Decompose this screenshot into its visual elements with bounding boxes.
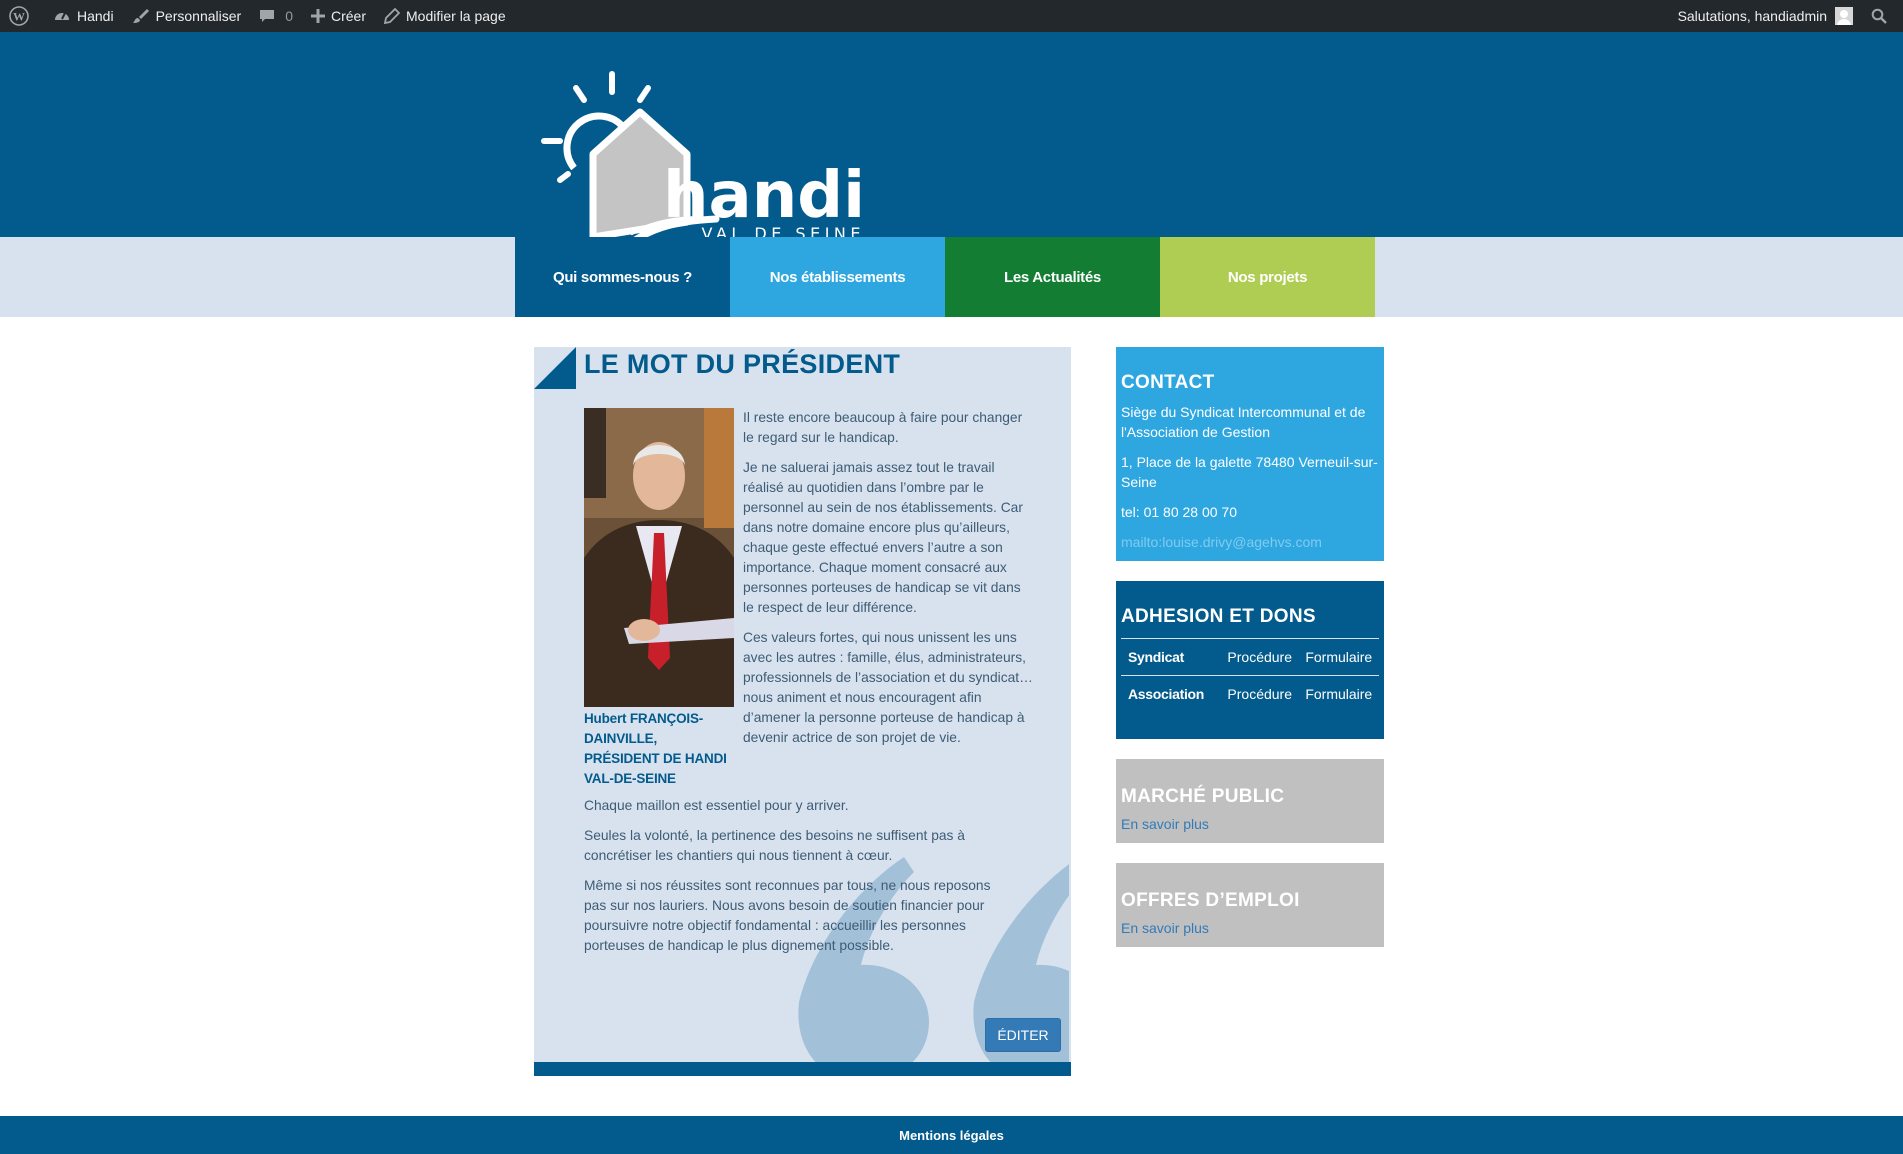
customize-link[interactable]: Personnaliser <box>123 0 251 32</box>
article-full-text: Chaque maillon est essentiel pour y arri… <box>584 796 1014 966</box>
new-content-label: Créer <box>331 8 367 24</box>
customize-label: Personnaliser <box>155 8 242 24</box>
form-link[interactable]: Formulaire <box>1298 675 1379 713</box>
my-account-link[interactable]: Salutations, handiadmin <box>1669 0 1862 32</box>
nav-item-qui-sommes-nous[interactable]: Qui sommes-nous ? <box>515 237 730 317</box>
greeting-label: Salutations, handiadmin <box>1677 8 1827 24</box>
offres-title: OFFRES D’EMPLOI <box>1121 890 1300 911</box>
article-paragraph: Je ne saluerai jamais assez tout le trav… <box>743 460 1023 615</box>
search-icon <box>1871 8 1887 24</box>
edit-page-label: Modifier la page <box>406 8 506 24</box>
contact-email-link[interactable]: mailto:louise.drivy@agehvs.com <box>1121 532 1379 552</box>
adhesion-title: ADHESION ET DONS <box>1121 606 1316 627</box>
brush-icon <box>132 9 149 23</box>
article-paragraph: Il reste encore beaucoup à faire pour ch… <box>743 410 1023 445</box>
wordpress-icon: W <box>9 6 29 26</box>
adhesion-widget: ADHESION ET DONS Syndicat Procédure Form… <box>1116 581 1384 739</box>
procedure-link[interactable]: Procédure <box>1220 638 1299 676</box>
new-content-link[interactable]: Créer <box>302 0 375 32</box>
dashboard-icon <box>55 12 69 20</box>
nav-item-les-actualites[interactable]: Les Actualités <box>945 237 1160 317</box>
president-article: LE MOT DU PRÉSIDENT Hubert FRANÇOIS-DAIN… <box>534 347 1071 1076</box>
site-name-label: Handi <box>77 8 114 24</box>
nav-item-nos-etablissements[interactable]: Nos établissements <box>730 237 945 317</box>
site-name-link[interactable]: Handi <box>44 0 123 32</box>
contact-org: Siège du Syndicat Intercommunal et de l'… <box>1121 404 1366 440</box>
admin-bar-secondary: Salutations, handiadmin <box>1669 0 1903 32</box>
wordpress-logo-button[interactable]: W <box>0 0 44 32</box>
president-caption: Hubert FRANÇOIS-DAINVILLE, PRÉSIDENT DE … <box>584 711 727 786</box>
offres-more-link[interactable]: En savoir plus <box>1121 920 1379 936</box>
article-side-text: Il reste encore beaucoup à faire pour ch… <box>743 408 1033 758</box>
title-corner-triangle <box>534 347 576 389</box>
svg-text:W: W <box>13 10 25 24</box>
site-header: handi VAL DE SEINE <box>0 32 1903 258</box>
article-paragraph: Même si nos réussites sont reconnues par… <box>584 878 991 953</box>
adhesion-row-label: Syndicat <box>1121 638 1221 676</box>
adhesion-table: Syndicat Procédure Formulaire Associatio… <box>1121 638 1379 713</box>
contact-widget: CONTACT Siège du Syndicat Intercommunal … <box>1116 347 1384 561</box>
comments-link[interactable]: 0 <box>250 0 302 32</box>
admin-bar: W Handi Personnaliser 0 Créer Modifier l… <box>0 0 1903 32</box>
article-bottom-bar <box>534 1062 1071 1076</box>
marche-more-link[interactable]: En savoir plus <box>1121 816 1379 832</box>
comment-icon <box>260 10 275 22</box>
table-row: Association Procédure Formulaire <box>1121 675 1379 713</box>
form-link[interactable]: Formulaire <box>1298 638 1379 676</box>
article-paragraph: Ces valeurs fortes, qui nous unissent le… <box>743 630 1033 745</box>
edit-page-link[interactable]: Modifier la page <box>375 0 515 32</box>
contact-phone: tel: 01 80 28 00 70 <box>1121 504 1237 520</box>
main-nav: Qui sommes-nous ? Nos établissements Les… <box>515 237 1375 317</box>
offres-emploi-widget: OFFRES D’EMPLOI En savoir plus <box>1116 863 1384 947</box>
marche-title: MARCHÉ PUBLIC <box>1121 786 1285 807</box>
article-paragraph: Seules la volonté, la pertinence des bes… <box>584 828 965 863</box>
procedure-link[interactable]: Procédure <box>1220 675 1299 713</box>
contact-address: 1, Place de la galette 78480 Verneuil-su… <box>1121 454 1378 490</box>
article-paragraph: Chaque maillon est essentiel pour y arri… <box>584 798 849 813</box>
pencil-icon <box>384 8 401 24</box>
marche-public-widget: MARCHÉ PUBLIC En savoir plus <box>1116 759 1384 843</box>
site-logo[interactable]: handi VAL DE SEINE <box>536 70 936 260</box>
logo-name: handi <box>663 159 865 233</box>
table-row: Syndicat Procédure Formulaire <box>1121 638 1379 676</box>
legal-notice-link[interactable]: Mentions légales <box>899 1128 1004 1143</box>
article-title: LE MOT DU PRÉSIDENT <box>584 349 901 379</box>
plus-icon <box>311 9 325 23</box>
president-figure: Hubert FRANÇOIS-DAINVILLE, PRÉSIDENT DE … <box>584 408 734 789</box>
adhesion-row-label: Association <box>1121 675 1221 713</box>
contact-title: CONTACT <box>1121 372 1215 393</box>
nav-item-nos-projets[interactable]: Nos projets <box>1160 237 1375 317</box>
edit-button[interactable]: ÉDITER <box>985 1018 1061 1052</box>
comments-count: 0 <box>285 8 293 24</box>
admin-search-button[interactable] <box>1862 0 1903 32</box>
president-photo <box>584 408 734 707</box>
site-footer: Mentions légales <box>0 1116 1903 1154</box>
avatar <box>1835 7 1853 25</box>
